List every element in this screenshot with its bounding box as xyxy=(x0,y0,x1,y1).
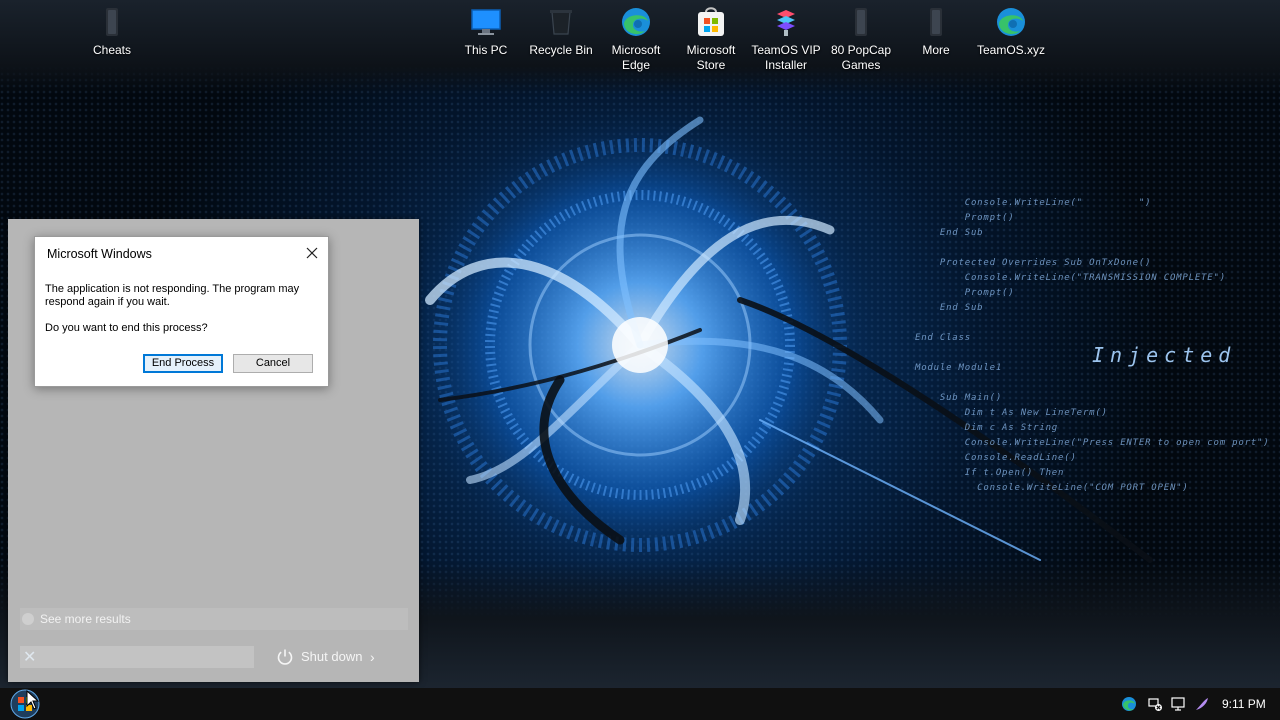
wallpaper-code-line: Dim c As String xyxy=(915,423,1059,433)
dialog-question: Do you want to end this process? xyxy=(45,322,208,334)
desktop-icon-popcap[interactable]: 80 PopCap Games xyxy=(824,4,898,73)
close-icon[interactable] xyxy=(303,244,321,262)
taskbar: 9:11 PM xyxy=(0,688,1280,720)
desktop-icon-store[interactable]: Microsoft Store xyxy=(674,4,748,73)
shut-down-button[interactable]: Shut down › xyxy=(266,644,386,670)
see-more-results-label: See more results xyxy=(40,612,131,626)
wallpaper-code-line: Sub Main() xyxy=(915,393,1003,403)
dialog-title: Microsoft Windows xyxy=(47,247,152,261)
mouse-cursor-icon xyxy=(26,690,40,710)
desktop-icon-cheats[interactable]: Cheats xyxy=(75,4,149,58)
cancel-button[interactable]: Cancel xyxy=(233,354,313,373)
wallpaper-code-line xyxy=(915,241,1275,256)
desktop-icon-label: Cheats xyxy=(92,43,132,57)
not-responding-dialog: Microsoft Windows The application is not… xyxy=(34,236,329,387)
display-icon[interactable] xyxy=(1170,696,1186,712)
desktop-icon-label: TeamOS VIP Installer xyxy=(751,43,821,72)
desktop-icon-label: 80 PopCap Games xyxy=(830,43,892,72)
wallpaper-code-line: If t.Open() Then xyxy=(915,468,1065,478)
feather-icon[interactable] xyxy=(1194,696,1210,712)
network-disconnected-icon[interactable] xyxy=(1147,696,1163,712)
dark-folder-icon xyxy=(930,8,942,36)
desktop-icon-edge[interactable]: Microsoft Edge xyxy=(599,4,673,73)
search-icon xyxy=(22,613,34,625)
desktop-icon-label: TeamOS.xyz xyxy=(976,43,1045,57)
see-more-results-button[interactable]: See more results xyxy=(20,608,408,630)
desktop-icon-more[interactable]: More xyxy=(899,4,973,58)
wallpaper-code-line: Prompt() xyxy=(915,288,1015,298)
close-icon[interactable]: ✕ xyxy=(23,647,36,667)
wallpaper-code-line xyxy=(915,316,1275,331)
wallpaper-code-line: Prompt() xyxy=(915,213,1015,223)
installer-icon xyxy=(777,10,795,36)
wallpaper-code-line: Protected Overrides Sub OnTxDone() xyxy=(915,258,1152,268)
desktop-icon-label: This PC xyxy=(464,43,508,57)
desktop-icon-label: Microsoft Edge xyxy=(611,43,661,72)
wallpaper-code-line: Console.WriteLine("Press ENTER to open c… xyxy=(915,438,1270,448)
shut-down-label: Shut down xyxy=(301,649,363,664)
edge-browser-icon xyxy=(997,8,1025,36)
wallpaper-code-line: Console.WriteLine("COM PORT OPEN") xyxy=(915,483,1189,493)
wallpaper-code-line: Dim t As New LineTerm() xyxy=(915,408,1108,418)
desktop-icon-label: More xyxy=(922,43,950,57)
desktop-icon-label: Microsoft Store xyxy=(686,43,736,72)
desktop-icon-recycle-bin[interactable]: Recycle Bin xyxy=(524,4,598,58)
edge-browser-icon xyxy=(622,8,650,36)
wallpaper-code-line: End Sub xyxy=(915,228,984,238)
desktop-icon-label: Recycle Bin xyxy=(529,43,593,57)
store-bag-icon xyxy=(698,7,724,36)
desktop-icon-teamos-xyz[interactable]: TeamOS.xyz xyxy=(974,4,1048,58)
wallpaper-code-line: Console.ReadLine() xyxy=(915,453,1077,463)
desktop-icon-teamos-installer[interactable]: TeamOS VIP Installer xyxy=(749,4,823,73)
power-icon xyxy=(277,649,293,665)
wallpaper-code-line xyxy=(915,376,1275,391)
wallpaper-code-line: Console.WriteLine("TRANSMISSION COMPLETE… xyxy=(915,273,1226,283)
wallpaper-code-line: End Sub xyxy=(915,303,984,313)
dark-folder-icon xyxy=(106,8,118,36)
dark-folder-icon xyxy=(855,8,867,36)
monitor-icon xyxy=(471,9,501,35)
wallpaper-injected-text: Injected xyxy=(1092,343,1237,367)
wallpaper-code-line: Console.WriteLine(" ") xyxy=(915,198,1152,208)
desktop-icon-this-pc[interactable]: This PC xyxy=(449,4,523,58)
search-input[interactable]: ✕ xyxy=(20,646,254,668)
end-process-button[interactable]: End Process xyxy=(143,354,223,373)
chevron-right-icon[interactable]: › xyxy=(370,644,375,670)
dialog-message: The application is not responding. The p… xyxy=(45,283,300,308)
edge-tray-icon[interactable] xyxy=(1121,696,1137,712)
recycle-bin-icon xyxy=(550,10,572,35)
taskbar-clock[interactable]: 9:11 PM xyxy=(1222,697,1266,711)
